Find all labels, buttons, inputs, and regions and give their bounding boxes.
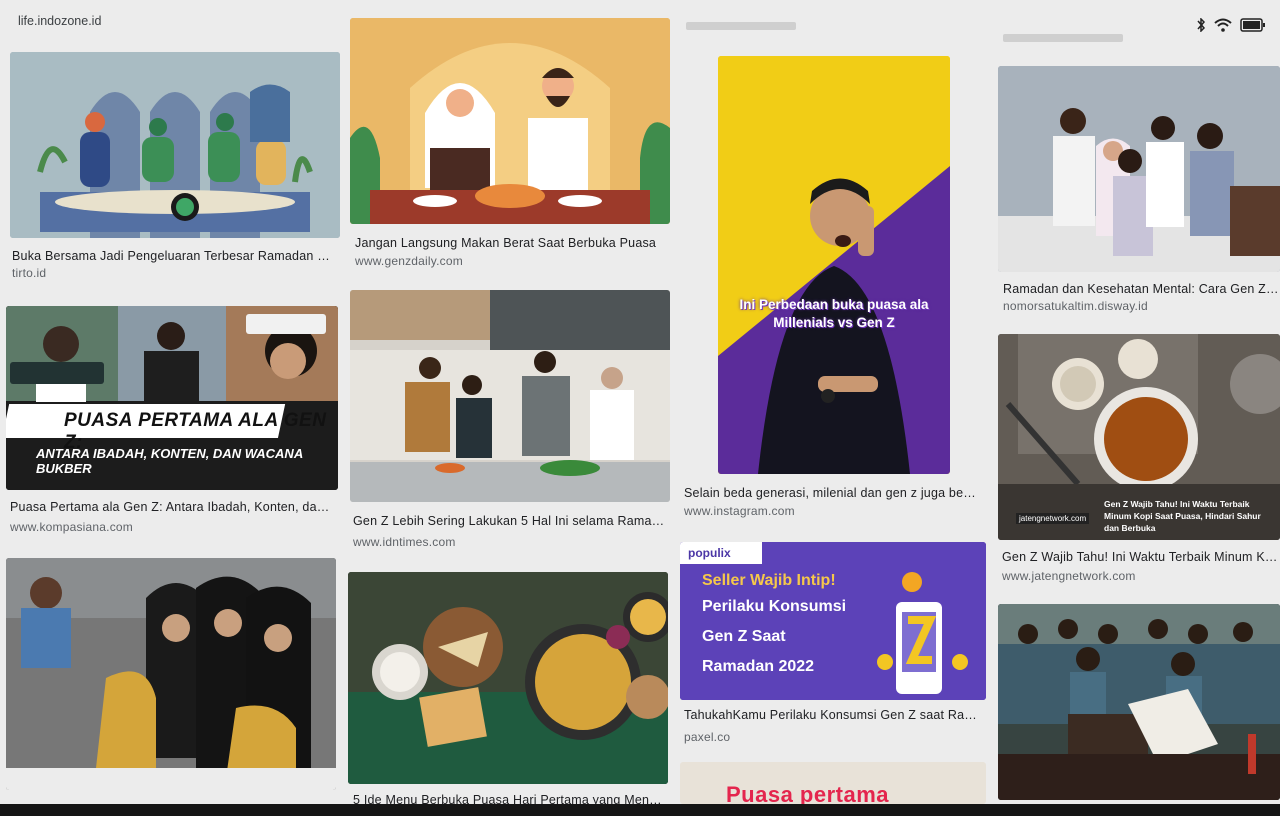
status-bar (1196, 18, 1266, 32)
result-thumbnail[interactable] (350, 18, 670, 224)
result-source[interactable]: paxel.co (684, 730, 730, 744)
thumbnail-overlay-subtitle: ANTARA IBADAH, KONTEN, DAN WACANA BUKBER (36, 446, 303, 476)
result-thumbnail[interactable] (998, 66, 1280, 272)
result-thumbnail[interactable]: populix Seller Wajib Intip! Perilaku Kon… (680, 542, 986, 700)
result-source[interactable]: www.instagram.com (684, 504, 795, 518)
thumbnail-line-1: Seller Wajib Intip! (702, 572, 836, 589)
brand-logo-text: populix (688, 546, 731, 560)
result-thumbnail[interactable] (348, 572, 668, 784)
image-results-grid: life.indozone.id Buka Bersama Jadi Penge… (0, 0, 1280, 804)
battery-icon (1240, 18, 1265, 32)
screen-bezel (0, 804, 1280, 816)
thumbnail-line-2: Perilaku Konsumsi (702, 598, 847, 615)
result-source[interactable]: www.kompasiana.com (10, 520, 133, 534)
result-caption[interactable]: TahukahKamu Perilaku Konsumsi Gen Z saat… (684, 708, 980, 722)
thumbnail-overlay-text: Puasa pertama (726, 782, 890, 804)
result-caption[interactable]: Selain beda generasi, milenial dan gen z… (684, 486, 980, 500)
result-thumbnail[interactable]: Ini Perbedaan buka puasa ala Millenials … (718, 56, 950, 474)
thumbnail-overlay-text: Gen Z Wajib Tahu! Ini Waktu Terbaik Minu… (1104, 499, 1261, 533)
result-thumbnail[interactable]: Puasa pertama (680, 762, 986, 804)
result-caption[interactable]: Ramadan dan Kesehatan Mental: Cara Gen Z… (1003, 282, 1280, 296)
cropped-source-text (686, 22, 796, 30)
thumbnail-overlay-text: Ini Perbedaan buka puasa ala Millenials … (739, 297, 929, 330)
bluetooth-icon (1197, 18, 1206, 32)
result-source-top[interactable]: life.indozone.id (18, 14, 101, 28)
result-thumbnail[interactable] (998, 604, 1280, 800)
result-caption[interactable]: Gen Z Wajib Tahu! Ini Waktu Terbaik Minu… (1002, 550, 1280, 564)
result-source[interactable]: www.idntimes.com (353, 535, 456, 549)
wifi-icon (1214, 18, 1232, 32)
result-source[interactable]: tirto.id (12, 266, 46, 280)
result-thumbnail[interactable] (350, 290, 670, 502)
result-thumbnail[interactable] (6, 558, 336, 790)
result-caption[interactable]: Buka Bersama Jadi Pengeluaran Terbesar R… (12, 249, 337, 263)
result-source[interactable]: www.genzdaily.com (355, 254, 463, 268)
brand-logo-text: jatengnetwork.com (1016, 513, 1090, 524)
result-caption[interactable]: Puasa Pertama ala Gen Z: Antara Ibadah, … (10, 500, 335, 514)
result-caption[interactable]: Gen Z Lebih Sering Lakukan 5 Hal Ini sel… (353, 514, 665, 528)
result-source[interactable]: nomorsatukaltim.disway.id (1003, 299, 1148, 313)
result-source[interactable]: www.jatengnetwork.com (1002, 569, 1136, 583)
result-thumbnail[interactable]: PUASA PERTAMA ALA GEN Z: ANTARA IBADAH, … (6, 306, 338, 490)
cropped-source-text (1003, 34, 1123, 42)
result-caption[interactable]: Jangan Langsung Makan Berat Saat Berbuka… (355, 236, 667, 250)
result-thumbnail[interactable]: jatengnetwork.com Gen Z Wajib Tahu! Ini … (998, 334, 1280, 540)
result-thumbnail[interactable] (10, 52, 340, 238)
result-caption[interactable]: 5 Ide Menu Berbuka Puasa Hari Pertama ya… (353, 793, 668, 804)
thumbnail-line-3: Gen Z Saat (702, 628, 786, 645)
thumbnail-line-4: Ramadan 2022 (702, 658, 815, 675)
